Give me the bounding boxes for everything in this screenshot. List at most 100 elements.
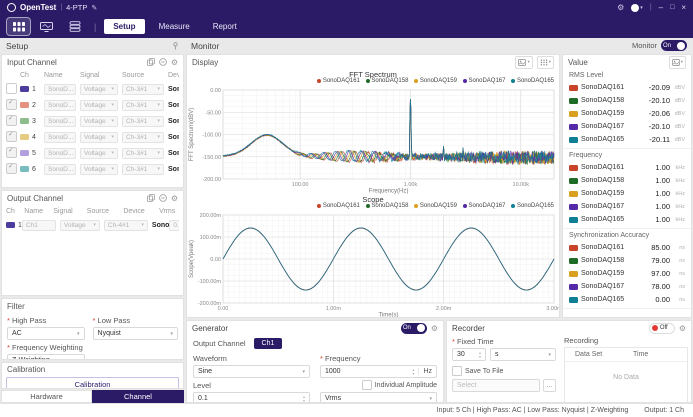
- signal-select[interactable]: Voltage▾: [80, 132, 118, 143]
- source-select[interactable]: Ch-3#1▾: [122, 100, 164, 111]
- user-menu-caret-icon[interactable]: ▾: [640, 5, 643, 11]
- frequency-weighting-select[interactable]: Z-Weighting▾: [7, 354, 85, 360]
- input-settings-icon[interactable]: ⚙: [171, 58, 178, 67]
- save-to-file-checkbox[interactable]: [452, 366, 462, 376]
- value-export-button[interactable]: ▾: [669, 56, 686, 69]
- output-name-input[interactable]: Ch1: [22, 220, 56, 231]
- minimize-button[interactable]: –: [659, 3, 663, 12]
- level-label: Level: [193, 381, 211, 390]
- monitor-view-button[interactable]: [35, 18, 58, 35]
- individual-amplitude-checkbox[interactable]: [362, 380, 372, 390]
- svg-text:-150.00: -150.00: [202, 155, 221, 161]
- channel-enable-checkbox[interactable]: [6, 99, 17, 110]
- collapse-icon[interactable]: [159, 58, 167, 66]
- value-section-title: Frequency: [563, 149, 691, 161]
- series-name: SonoDAQ165: [581, 296, 624, 303]
- source-select[interactable]: Ch-3#1▾: [122, 116, 164, 127]
- signal-select[interactable]: Voltage▾: [80, 84, 118, 95]
- channel-enable-checkbox[interactable]: [6, 163, 17, 174]
- value-section: RMS LevelSonoDAQ161-20.09dBVSonoDAQ158-2…: [563, 69, 691, 149]
- chevron-down-icon: ▾: [111, 150, 114, 156]
- channel-name-input[interactable]: SonoD...: [44, 164, 76, 175]
- svg-text:-100.00: -100.00: [202, 133, 221, 139]
- generator-toggle[interactable]: On: [401, 323, 427, 334]
- monitor-toggle[interactable]: On: [661, 40, 687, 51]
- channel-name-input[interactable]: SonoD...: [44, 132, 76, 143]
- level-input[interactable]: 0.1▴▾: [193, 392, 310, 403]
- series-color-swatch: [569, 124, 578, 130]
- high-pass-select[interactable]: AC▾: [7, 327, 85, 340]
- collapse-icon[interactable]: [159, 194, 167, 202]
- signal-select[interactable]: Voltage▾: [80, 100, 118, 111]
- browse-file-button[interactable]: ...: [543, 379, 556, 392]
- channel-name-input[interactable]: SonoD...: [44, 148, 76, 159]
- col-signal: Signal: [53, 208, 87, 215]
- channel-enable-checkbox[interactable]: [6, 147, 17, 158]
- source-select[interactable]: Ch-3#1▾: [122, 84, 164, 95]
- signal-select[interactable]: Voltage▾: [60, 220, 100, 231]
- measured-value: 1.00: [655, 176, 670, 185]
- tab-measure[interactable]: Measure: [150, 19, 199, 34]
- signal-select[interactable]: Voltage▾: [80, 148, 118, 159]
- close-button[interactable]: ×: [681, 3, 686, 12]
- value-unit: dBV: [670, 85, 685, 91]
- value-row: SonoDAQ1581.00kHz: [563, 174, 691, 187]
- hardware-button[interactable]: Hardware: [1, 390, 92, 403]
- value-row: SonoDAQ16185.00ns: [563, 241, 691, 254]
- export-image-button[interactable]: ▾: [515, 56, 532, 69]
- generator-ch1-button[interactable]: Ch1: [254, 338, 283, 349]
- level-unit-select[interactable]: Vrms▾: [320, 392, 437, 403]
- recorder-toggle[interactable]: Off: [649, 323, 675, 334]
- waveform-select[interactable]: Sine▾: [193, 365, 310, 378]
- value-unit: ns: [670, 284, 685, 290]
- value-row: SonoDAQ1671.00kHz: [563, 200, 691, 213]
- input-channel-title: Input Channel: [7, 58, 57, 67]
- edit-project-icon[interactable]: ✎: [91, 4, 97, 12]
- fixed-time-unit-select[interactable]: s▾: [490, 348, 556, 361]
- generator-settings-icon[interactable]: ⚙: [431, 324, 438, 333]
- value-row: SonoDAQ15879.00ns: [563, 254, 691, 267]
- duplicate-icon[interactable]: [147, 58, 155, 66]
- pin-icon[interactable]: [172, 42, 179, 50]
- channel-button[interactable]: Channel: [92, 390, 184, 403]
- tab-report[interactable]: Report: [204, 19, 246, 34]
- display-title: Display: [192, 58, 218, 67]
- channel-enable-checkbox[interactable]: [6, 83, 17, 94]
- source-select[interactable]: Ch-3#1▾: [122, 164, 164, 175]
- file-select-input[interactable]: Select: [452, 379, 540, 392]
- channels-view-button[interactable]: [7, 18, 30, 35]
- value-unit: kHz: [670, 165, 685, 171]
- signal-select[interactable]: Voltage▾: [80, 164, 118, 175]
- source-select[interactable]: Ch-3#1▾: [122, 132, 164, 143]
- low-pass-select[interactable]: Nyquist▾: [93, 327, 178, 340]
- channel-enable-checkbox[interactable]: [6, 131, 17, 142]
- svg-text:100.00m: 100.00m: [200, 235, 222, 241]
- fft-chart-legend: SonoDAQ161SonoDAQ158SonoDAQ159SonoDAQ167…: [317, 78, 554, 84]
- maximize-button[interactable]: □: [670, 4, 674, 11]
- legend-entry: SonoDAQ159: [414, 78, 457, 84]
- devices-view-button[interactable]: [63, 18, 86, 35]
- duplicate-icon[interactable]: [147, 194, 155, 202]
- user-avatar[interactable]: [631, 4, 639, 12]
- settings-icon[interactable]: ⚙: [617, 3, 624, 12]
- source-select[interactable]: Ch-4#1▾: [104, 220, 148, 231]
- tab-setup[interactable]: Setup: [104, 19, 144, 34]
- calibration-button[interactable]: Calibration: [6, 377, 179, 389]
- output-settings-icon[interactable]: ⚙: [171, 194, 178, 203]
- signal-select[interactable]: Voltage▾: [80, 116, 118, 127]
- device-name: SonoDAQ-17...: [152, 222, 169, 229]
- channel-name-input[interactable]: SonoD...: [44, 116, 76, 127]
- monitor-panel: Monitor Monitor On Display ▾ ▾ FFT Spect…: [185, 38, 693, 403]
- series-color-swatch: [569, 191, 578, 197]
- channel-name-input[interactable]: SonoD...: [44, 84, 76, 95]
- source-select[interactable]: Ch-3#1▾: [122, 148, 164, 159]
- vrms-input[interactable]: 0.1: [169, 220, 179, 231]
- chevron-down-icon: ▾: [111, 118, 114, 124]
- recorder-settings-icon[interactable]: ⚙: [679, 324, 686, 333]
- fixed-time-input[interactable]: 30▴▾: [452, 348, 486, 361]
- frequency-input[interactable]: 1000▴▾Hz: [320, 365, 437, 378]
- layout-grid-button[interactable]: ▾: [537, 56, 554, 69]
- channel-name-input[interactable]: SonoD...: [44, 100, 76, 111]
- channel-enable-checkbox[interactable]: [6, 115, 17, 126]
- frequency-label: Frequency: [320, 354, 437, 363]
